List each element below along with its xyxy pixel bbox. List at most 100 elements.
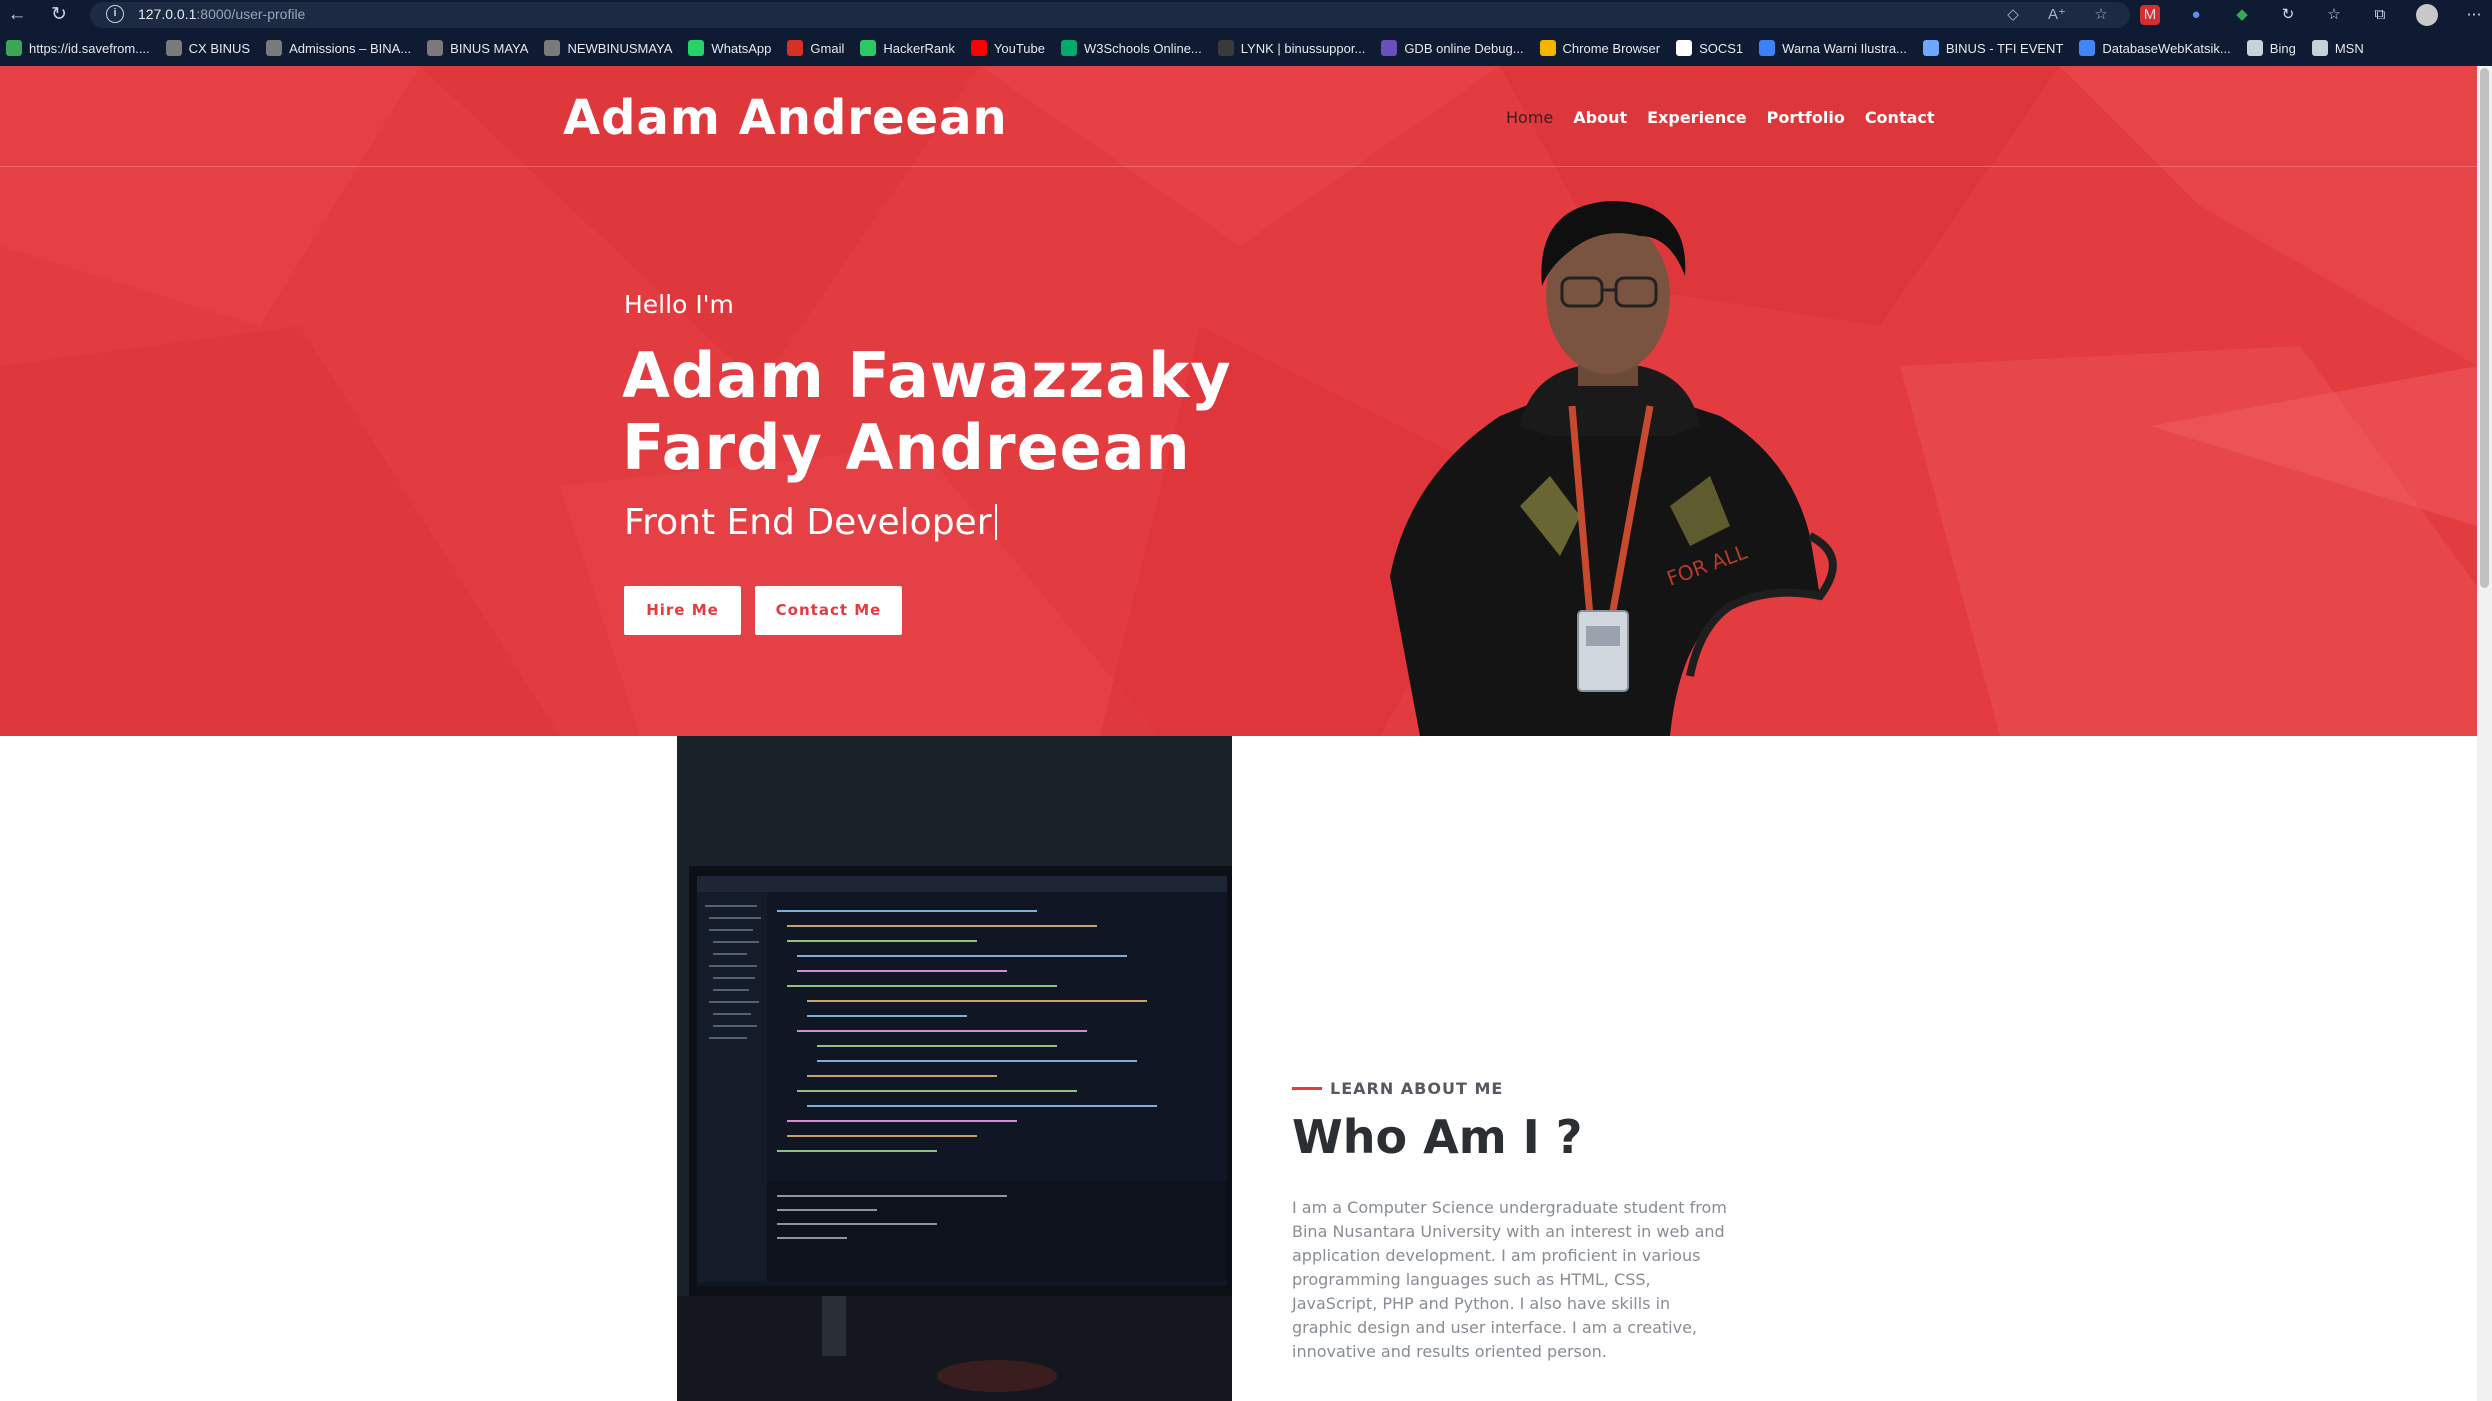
- more-menu-icon[interactable]: ⋯: [2464, 5, 2484, 25]
- collections-icon[interactable]: ⧉: [2370, 5, 2390, 25]
- page-scrollbar[interactable]: [2477, 66, 2492, 1401]
- address-row: ← ↻ i 127.0.0.1:8000/user-profile ◇ A⁺ ☆…: [0, 0, 2492, 30]
- browser-toolbar: ← ↻ i 127.0.0.1:8000/user-profile ◇ A⁺ ☆…: [0, 0, 2492, 66]
- bookmark-item[interactable]: SOCS1: [1676, 40, 1743, 56]
- bookmark-item[interactable]: WhatsApp: [688, 40, 771, 56]
- canva-icon: [1759, 40, 1776, 56]
- favorites-icon[interactable]: ☆: [2324, 5, 2344, 25]
- bookmark-label: MSN: [2334, 40, 2364, 56]
- bookmark-label: Bing: [2269, 40, 2296, 56]
- docs-icon: [2079, 40, 2096, 56]
- read-aloud-icon[interactable]: A⁺: [2048, 5, 2066, 23]
- bookmark-item[interactable]: W3Schools Online...: [1060, 40, 1202, 56]
- hackerrank-icon: [860, 40, 877, 56]
- hero-greeting: Hello I'm: [624, 290, 734, 319]
- about-title: Who Am I ?: [1292, 1110, 1583, 1164]
- address-bar-actions: ◇ A⁺ ☆: [2004, 5, 2110, 23]
- bookmark-label: Warna Warni Ilustra...: [1782, 40, 1907, 56]
- bookmark-label: Admissions – BINA...: [289, 40, 412, 56]
- bookmark-item[interactable]: DatabaseWebKatsik...: [2079, 40, 2231, 56]
- main-nav: Home About Experience Portfolio Contact: [1506, 108, 1935, 127]
- bookmark-item[interactable]: BINUS - TFI EVENT: [1922, 40, 2063, 56]
- binus-icon: [165, 40, 182, 56]
- bookmark-item[interactable]: BINUS MAYA: [427, 40, 528, 56]
- bookmark-item[interactable]: MSN: [2311, 40, 2364, 56]
- globe-icon: [1922, 40, 1939, 56]
- bookmark-item[interactable]: Bing: [2246, 40, 2296, 56]
- download-icon: [6, 40, 22, 56]
- hero-role: Front End Developer: [624, 502, 997, 543]
- binus-icon: [544, 40, 561, 56]
- binus-icon: [266, 40, 283, 56]
- binus-icon: [427, 40, 444, 56]
- hero-name-line2: Fardy Andreean: [622, 411, 1191, 484]
- back-icon[interactable]: ←: [6, 4, 28, 26]
- scrollbar-thumb[interactable]: [2480, 68, 2489, 588]
- add-favorite-icon[interactable]: ☆: [2092, 5, 2110, 23]
- about-description: I am a Computer Science undergraduate st…: [1292, 1198, 1727, 1361]
- bookmark-item[interactable]: NEWBINUSMAYA: [544, 40, 672, 56]
- youtube-icon: [970, 40, 987, 56]
- bookmark-label: LYNK | binussuppor...: [1240, 40, 1366, 56]
- tag-icon[interactable]: ◇: [2004, 5, 2022, 23]
- nav-contact[interactable]: Contact: [1865, 108, 1935, 127]
- bookmark-label: https://id.savefrom....: [29, 40, 150, 56]
- profile-avatar[interactable]: [2416, 4, 2438, 26]
- gdb-icon: [1381, 40, 1398, 56]
- bookmark-item[interactable]: Chrome Browser: [1539, 40, 1661, 56]
- profile-portrait: FOR ALL: [1390, 201, 1837, 736]
- bookmark-label: Chrome Browser: [1562, 40, 1661, 56]
- bookmark-item[interactable]: HackerRank: [860, 40, 955, 56]
- extension-blue-icon[interactable]: ●: [2186, 5, 2206, 25]
- bookmark-item[interactable]: https://id.savefrom....: [6, 40, 150, 56]
- chrome-icon: [1539, 40, 1556, 56]
- hero-role-text: Front End Developer: [624, 502, 992, 543]
- reload-icon[interactable]: ↻: [48, 4, 70, 26]
- url-path: :8000/user-profile: [196, 6, 306, 22]
- bookmark-label: HackerRank: [883, 40, 955, 56]
- nav-about[interactable]: About: [1573, 108, 1627, 127]
- contact-me-button[interactable]: Contact Me: [755, 586, 902, 635]
- bookmark-label: YouTube: [993, 40, 1045, 56]
- whatsapp-icon: [688, 40, 705, 56]
- address-bar[interactable]: i 127.0.0.1:8000/user-profile ◇ A⁺ ☆: [90, 2, 2130, 28]
- page-icon: [2246, 40, 2263, 56]
- sync-icon[interactable]: ↻: [2278, 5, 2298, 25]
- gmail-icon: [787, 40, 804, 56]
- about-photo: [677, 736, 1232, 1401]
- nav-experience[interactable]: Experience: [1647, 108, 1747, 127]
- bookmark-item[interactable]: GDB online Debug...: [1381, 40, 1524, 56]
- bookmark-item[interactable]: CX BINUS: [165, 40, 251, 56]
- nav-portfolio[interactable]: Portfolio: [1767, 108, 1845, 127]
- site-info-icon[interactable]: i: [106, 5, 124, 23]
- bookmark-label: NEWBINUSMAYA: [567, 40, 673, 56]
- hero-name: Adam Fawazzaky Fardy Andreean: [622, 340, 1322, 484]
- extension-red-icon[interactable]: M: [2140, 5, 2160, 25]
- bookmark-item[interactable]: Gmail: [787, 40, 844, 56]
- extension-bar: M ● ◆ ↻ ☆ ⧉ ⋯: [2140, 4, 2484, 26]
- bookmark-item[interactable]: YouTube: [970, 40, 1045, 56]
- url-host: 127.0.0.1: [138, 6, 197, 22]
- extension-green-icon[interactable]: ◆: [2232, 5, 2252, 25]
- page-icon: [2311, 40, 2328, 56]
- bookmark-label: W3Schools Online...: [1083, 40, 1202, 56]
- lynk-icon: [1217, 40, 1234, 56]
- hero-section: Adam Andreean Home About Experience Port…: [0, 66, 2477, 736]
- bookmark-item[interactable]: LYNK | binussuppor...: [1217, 40, 1366, 56]
- typing-cursor: [994, 504, 997, 540]
- bookmarks-bar: https://id.savefrom.... CX BINUS Admission…: [0, 35, 2492, 61]
- about-eyebrow-text: LEARN ABOUT ME: [1330, 1079, 1504, 1098]
- bookmark-label: SOCS1: [1699, 40, 1744, 56]
- hire-me-button[interactable]: Hire Me: [624, 586, 741, 635]
- header-divider: [0, 166, 2477, 167]
- socs-icon: [1676, 40, 1693, 56]
- nav-home[interactable]: Home: [1506, 108, 1553, 127]
- bookmark-item[interactable]: Warna Warni Ilustra...: [1759, 40, 1907, 56]
- url-text[interactable]: 127.0.0.1:8000/user-profile: [138, 6, 305, 22]
- bookmark-label: Gmail: [810, 40, 845, 56]
- brand-logo[interactable]: Adam Andreean: [563, 90, 1008, 146]
- monitor-code-image: [677, 736, 1232, 1401]
- hero-name-line1: Adam Fawazzaky: [622, 339, 1232, 412]
- bookmark-item[interactable]: Admissions – BINA...: [266, 40, 411, 56]
- bookmark-label: CX BINUS: [188, 40, 251, 56]
